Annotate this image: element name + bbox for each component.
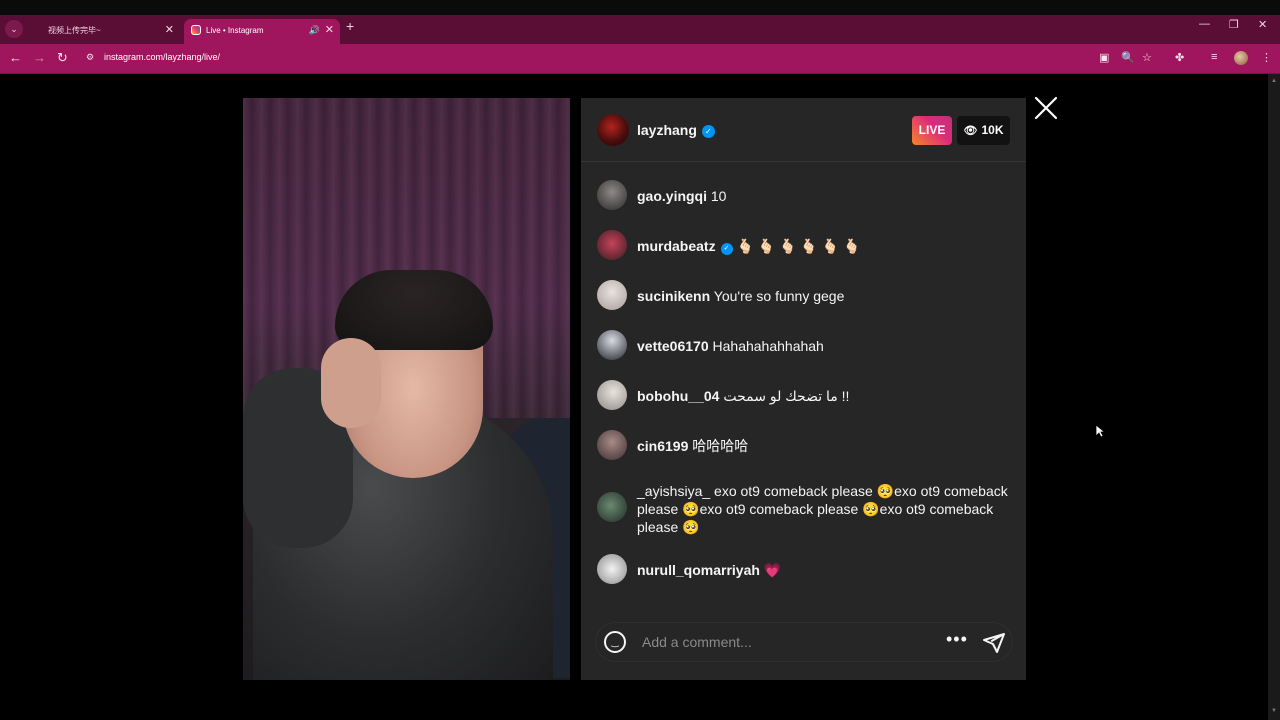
host-username[interactable]: layzhang ✓	[637, 122, 715, 138]
window-close-icon[interactable]: ✕	[1258, 18, 1267, 31]
viewer-count: 👁 10K	[957, 116, 1010, 145]
video-figure	[321, 338, 381, 428]
verified-badge-icon: ✓	[720, 243, 733, 255]
emoji-icon[interactable]: ‿	[604, 631, 626, 653]
live-video[interactable]	[243, 98, 570, 680]
comment-text-block: gao.yingqi 10	[637, 187, 1009, 205]
comment-avatar[interactable]	[597, 554, 627, 584]
comment-text: 💗	[763, 562, 782, 578]
comment-username[interactable]: gao.yingqi	[637, 188, 707, 204]
comment-text: Hahahahahhahah	[712, 338, 824, 354]
comment-text: 10	[710, 188, 727, 204]
live-side-panel: layzhang ✓ LIVE 👁 10K gao.yingqi 10 murdab…	[581, 98, 1026, 680]
window-top-strip	[0, 0, 1280, 15]
zoom-icon[interactable]: 🔍	[1121, 51, 1135, 64]
speaker-icon[interactable]: 🔊	[309, 20, 320, 41]
live-badge: LIVE	[912, 116, 952, 145]
menu-kebab-icon[interactable]: ⋮	[1261, 51, 1272, 64]
bookmark-star-icon[interactable]: ☆	[1142, 51, 1152, 64]
comment-avatar[interactable]	[597, 280, 627, 310]
site-info-icon[interactable]: ⚙	[86, 52, 94, 63]
comment-avatar[interactable]	[597, 230, 627, 260]
verified-badge-icon: ✓	[701, 125, 715, 138]
install-app-icon[interactable]: ▣	[1099, 51, 1109, 64]
tab-search-button[interactable]: ⌄	[5, 20, 23, 38]
browser-toolbar: ← → ↻ ⚙ instagram.com/layzhang/live/ ▣ 🔍…	[0, 44, 1280, 73]
comment-text-block: murdabeatz ✓ 🫰🏻 🫰🏻 🫰🏻 🫰🏻 🫰🏻 🫰🏻	[637, 237, 1009, 255]
viewer-count-value: 10K	[981, 123, 1004, 137]
restore-icon[interactable]: ❐	[1229, 18, 1239, 31]
comment-username[interactable]: bobohu__04	[637, 388, 719, 404]
comment-avatar[interactable]	[597, 430, 627, 460]
comment-avatar[interactable]	[597, 380, 627, 410]
address-bar[interactable]: instagram.com/layzhang/live/	[104, 52, 220, 62]
comment-avatar[interactable]	[597, 180, 627, 210]
page-scrollbar[interactable]	[1268, 74, 1280, 720]
send-icon[interactable]	[982, 631, 1006, 655]
comment-text: You're so funny gege	[713, 288, 845, 304]
host-username-text: layzhang	[637, 122, 697, 138]
close-icon[interactable]: ✕	[165, 20, 174, 41]
media-control-icon[interactable]: ≡	[1211, 51, 1217, 63]
minimize-icon[interactable]: —	[1199, 18, 1210, 30]
video-figure	[335, 270, 493, 350]
comment-text-block: _ayishsiya_ exo ot9 comeback please 🥺exo…	[637, 482, 1009, 536]
close-live-icon[interactable]	[1034, 96, 1058, 120]
tab-bar: ⌄ 视频上传完毕~ ✕ Live • Instagram 🔊 ✕ + — ❐ ✕	[0, 15, 1280, 44]
comment-text-block: vette06170 Hahahahahhahah	[637, 337, 1009, 355]
tab-title: 视频上传完毕~	[48, 26, 101, 35]
forward-icon[interactable]: →	[33, 49, 46, 67]
mouse-cursor-icon	[1095, 424, 1105, 438]
comment-username[interactable]: sucinikenn	[637, 288, 710, 304]
new-tab-button[interactable]: +	[346, 18, 354, 34]
host-avatar[interactable]	[597, 114, 629, 146]
comment-text-block: sucinikenn You're so funny gege	[637, 287, 1009, 305]
comment-composer: ‿ •••	[595, 622, 1013, 662]
profile-avatar[interactable]	[1234, 51, 1248, 65]
comment-username[interactable]: _ayishsiya_	[637, 483, 710, 499]
tab-upload[interactable]: 视频上传完毕~ ✕	[32, 19, 180, 44]
extensions-icon[interactable]: ✤	[1175, 51, 1184, 64]
live-header: layzhang ✓ LIVE 👁 10K	[581, 98, 1026, 162]
comment-text-block: bobohu__04 ما تضحك لو سمحت !!	[637, 387, 1009, 405]
instagram-favicon-icon	[191, 25, 201, 35]
scroll-up-icon[interactable]: ▲	[1271, 78, 1277, 84]
scroll-down-icon[interactable]: ▼	[1271, 708, 1277, 714]
eye-icon: 👁	[963, 125, 978, 137]
comment-username[interactable]: murdabeatz	[637, 238, 716, 254]
comment-text-block: nurull_qomarriyah 💗	[637, 561, 1009, 579]
reload-icon[interactable]: ↻	[57, 49, 68, 67]
comment-username[interactable]: vette06170	[637, 338, 709, 354]
close-icon[interactable]: ✕	[325, 20, 334, 41]
comment-avatar[interactable]	[597, 330, 627, 360]
comment-text: ما تضحك لو سمحت !!	[723, 388, 850, 404]
back-icon[interactable]: ←	[9, 49, 22, 67]
more-options-icon[interactable]: •••	[946, 629, 968, 650]
comment-username[interactable]: cin6199	[637, 438, 688, 454]
comment-input[interactable]	[642, 631, 932, 653]
comment-text: 哈哈哈哈	[692, 438, 749, 454]
tab-instagram-live[interactable]: Live • Instagram 🔊 ✕	[184, 19, 340, 44]
comment-text-block: cin6199 哈哈哈哈	[637, 437, 1009, 455]
comment-avatar[interactable]	[597, 492, 627, 522]
comment-text: 🫰🏻 🫰🏻 🫰🏻 🫰🏻 🫰🏻 🫰🏻	[736, 238, 861, 254]
comment-username[interactable]: nurull_qomarriyah	[637, 562, 760, 578]
tab-title: Live • Instagram	[206, 26, 264, 35]
